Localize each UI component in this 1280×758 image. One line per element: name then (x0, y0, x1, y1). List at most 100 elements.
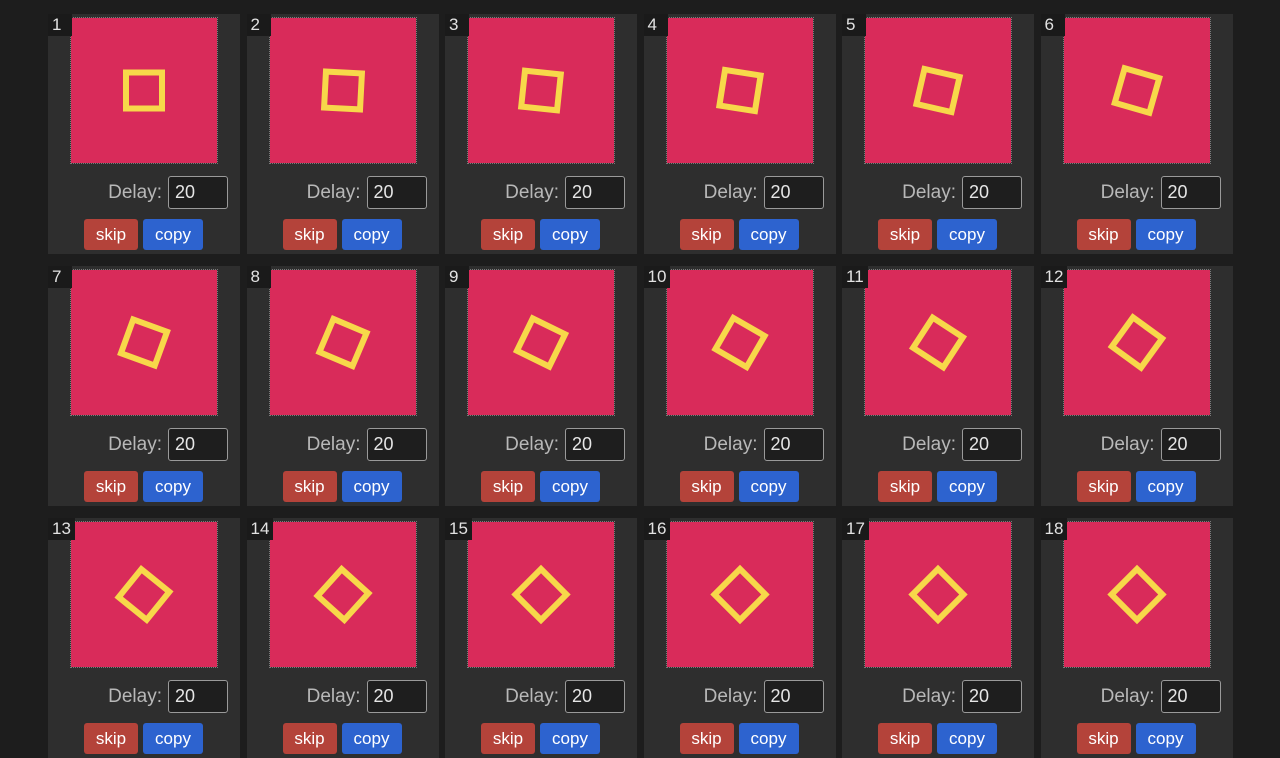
copy-button[interactable]: copy (143, 723, 203, 754)
skip-button[interactable]: skip (1076, 471, 1131, 502)
frame-image (715, 66, 764, 115)
delay-input[interactable] (366, 176, 427, 209)
delay-row: Delay: (247, 428, 439, 462)
delay-input[interactable] (366, 428, 427, 461)
frame-preview[interactable] (268, 17, 417, 164)
skip-button[interactable]: skip (481, 723, 535, 754)
delay-label: Delay: (1100, 686, 1155, 707)
frame-number: 17 (842, 518, 869, 540)
skip-button[interactable]: skip (84, 219, 138, 250)
delay-input[interactable] (168, 680, 228, 713)
skip-button[interactable]: skip (84, 723, 138, 754)
skip-button[interactable]: skip (679, 471, 734, 502)
skip-button[interactable]: skip (282, 471, 337, 502)
frame-image (1107, 313, 1166, 372)
frame-preview[interactable] (665, 17, 814, 164)
frame-preview[interactable] (268, 269, 417, 416)
skip-button[interactable]: skip (878, 219, 932, 250)
frame-preview[interactable] (864, 521, 1012, 668)
frame-preview[interactable] (70, 269, 218, 416)
skip-button[interactable]: skip (878, 723, 932, 754)
skip-button[interactable]: skip (1076, 219, 1131, 250)
delay-label: Delay: (306, 182, 361, 203)
frame-preview[interactable] (268, 521, 417, 668)
skip-button[interactable]: skip (84, 471, 138, 502)
delay-input[interactable] (962, 428, 1022, 461)
delay-label: Delay: (703, 182, 758, 203)
frame-preview[interactable] (864, 17, 1012, 164)
copy-button[interactable]: copy (341, 723, 402, 754)
skip-button[interactable]: skip (679, 219, 734, 250)
frame-number: 4 (643, 14, 668, 36)
frame-preview[interactable] (1062, 521, 1211, 668)
delay-input[interactable] (1160, 176, 1221, 209)
delay-row: Delay: (1041, 680, 1233, 714)
frame-preview[interactable] (1062, 269, 1211, 416)
skip-button[interactable]: skip (282, 219, 337, 250)
frame-card-4: 4 Delay: skip copy (643, 14, 836, 254)
copy-button[interactable]: copy (738, 219, 799, 250)
frame-preview[interactable] (1062, 17, 1211, 164)
frame-number: 6 (1040, 14, 1065, 36)
frame-preview[interactable] (467, 269, 615, 416)
frame-preview[interactable] (70, 521, 218, 668)
copy-button[interactable]: copy (1135, 723, 1196, 754)
delay-label: Delay: (108, 182, 162, 203)
copy-button[interactable]: copy (143, 219, 203, 250)
frame-preview[interactable] (70, 17, 218, 164)
delay-label: Delay: (902, 686, 956, 707)
copy-button[interactable]: copy (937, 219, 997, 250)
rotating-square (312, 564, 373, 625)
frame-image (117, 315, 171, 370)
delay-input[interactable] (565, 680, 625, 713)
delay-input[interactable] (763, 428, 824, 461)
frame-preview[interactable] (467, 17, 615, 164)
copy-button[interactable]: copy (341, 219, 402, 250)
copy-button[interactable]: copy (1135, 219, 1196, 250)
delay-input[interactable] (366, 680, 427, 713)
delay-input[interactable] (168, 428, 228, 461)
skip-button[interactable]: skip (1076, 723, 1131, 754)
skip-button[interactable]: skip (481, 219, 535, 250)
delay-input[interactable] (763, 176, 824, 209)
delay-input[interactable] (962, 680, 1022, 713)
copy-button[interactable]: copy (937, 471, 997, 502)
delay-label: Delay: (505, 182, 559, 203)
delay-input[interactable] (168, 176, 228, 209)
copy-button[interactable]: copy (540, 723, 600, 754)
delay-input[interactable] (763, 680, 824, 713)
frame-preview[interactable] (864, 269, 1012, 416)
copy-button[interactable]: copy (540, 471, 600, 502)
frame-preview[interactable] (665, 521, 814, 668)
skip-button[interactable]: skip (282, 723, 337, 754)
copy-button[interactable]: copy (540, 219, 600, 250)
delay-row: Delay: (842, 428, 1034, 462)
delay-input[interactable] (962, 176, 1022, 209)
frame-number: 3 (445, 14, 469, 36)
frames-grid: 1 Delay: skip copy 2 Delay: skip copy (48, 14, 1233, 758)
copy-button[interactable]: copy (143, 471, 203, 502)
delay-row: Delay: (445, 428, 637, 462)
copy-button[interactable]: copy (738, 471, 799, 502)
frame-preview[interactable] (467, 521, 615, 668)
delay-input[interactable] (1160, 428, 1221, 461)
frame-card-7: 7 Delay: skip copy (48, 266, 240, 506)
frame-image (517, 67, 565, 114)
rotating-square (1107, 313, 1166, 372)
frame-card-10: 10 Delay: skip copy (643, 266, 836, 506)
delay-input[interactable] (1160, 680, 1221, 713)
copy-button[interactable]: copy (1135, 471, 1196, 502)
skip-button[interactable]: skip (679, 723, 734, 754)
copy-button[interactable]: copy (937, 723, 997, 754)
skip-button[interactable]: skip (878, 471, 932, 502)
frame-number: 7 (48, 266, 72, 288)
delay-label: Delay: (703, 686, 758, 707)
copy-button[interactable]: copy (341, 471, 402, 502)
skip-button[interactable]: skip (481, 471, 535, 502)
delay-row: Delay: (644, 680, 836, 714)
delay-input[interactable] (565, 428, 625, 461)
frame-image (912, 65, 964, 116)
copy-button[interactable]: copy (738, 723, 799, 754)
delay-input[interactable] (565, 176, 625, 209)
frame-preview[interactable] (665, 269, 814, 416)
